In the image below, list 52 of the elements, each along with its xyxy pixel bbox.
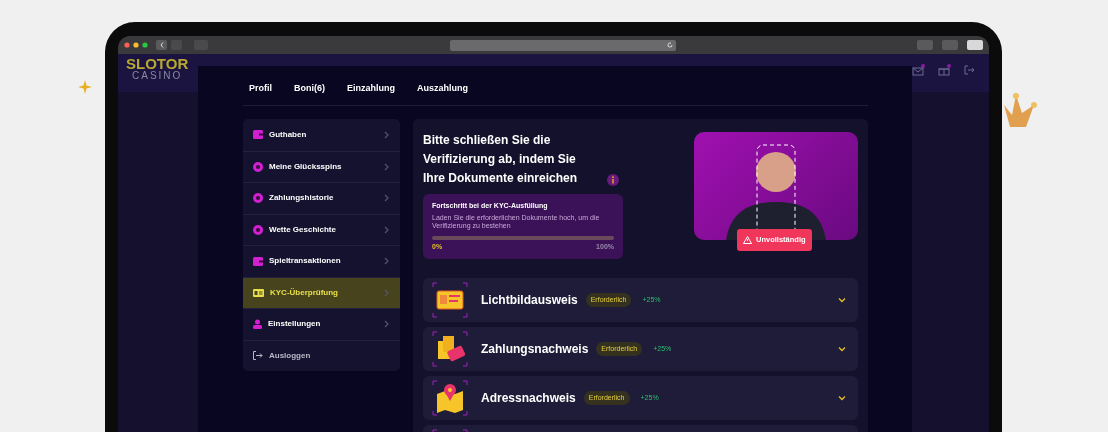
logout-icon bbox=[253, 351, 263, 361]
chevron-right-icon bbox=[384, 320, 390, 329]
tab[interactable]: Einzahlung bbox=[347, 82, 395, 96]
wallet-icon bbox=[253, 130, 263, 140]
chevron-right-icon bbox=[384, 162, 390, 171]
chevron-right-icon bbox=[384, 130, 390, 139]
chevron-right-icon bbox=[384, 225, 390, 234]
chevron-down-icon bbox=[838, 297, 846, 303]
wallet-icon bbox=[253, 256, 263, 266]
document-title: Lichtbildausweis bbox=[481, 292, 578, 309]
sidebar-item[interactable]: Spieltransaktionen bbox=[243, 245, 400, 277]
back-icon bbox=[159, 42, 164, 48]
sidebar-item[interactable]: Wette Geschichte bbox=[243, 213, 400, 245]
kyc-heading: Bitte schließen Sie die Verifizierung ab, indem Sie Ihre Dokumente einreichen bbox=[423, 132, 579, 187]
logout-item[interactable]: Ausloggen bbox=[243, 339, 400, 371]
id-card-icon bbox=[253, 288, 264, 297]
chevron-down-icon bbox=[838, 395, 846, 401]
chevron-down-icon bbox=[838, 346, 846, 352]
receipt-card-icon bbox=[432, 331, 468, 367]
coin-icon bbox=[253, 161, 263, 172]
document-title: Zahlungsnachweis bbox=[481, 341, 589, 358]
id-card-icon bbox=[432, 282, 468, 318]
chevron-right-icon bbox=[384, 257, 390, 266]
map-pin-icon bbox=[432, 380, 468, 416]
mail-icon[interactable] bbox=[912, 64, 926, 76]
info-icon[interactable] bbox=[607, 174, 619, 186]
coin-icon bbox=[253, 193, 263, 204]
download-button[interactable] bbox=[967, 40, 983, 50]
sidebar-item[interactable]: KYC-Überprüfung bbox=[243, 276, 400, 308]
reload-icon bbox=[667, 42, 673, 48]
tab[interactable]: Profil bbox=[249, 82, 272, 96]
sidebar-item[interactable]: Guthaben bbox=[243, 119, 400, 151]
warning-icon bbox=[743, 236, 752, 244]
chevron-right-icon bbox=[384, 288, 390, 297]
sparkle-icon bbox=[78, 80, 92, 94]
coin-icon bbox=[253, 224, 263, 235]
logo-subtext: CASINO bbox=[131, 71, 184, 81]
chevron-right-icon bbox=[384, 194, 390, 203]
logo-text: SLOTOR bbox=[126, 56, 189, 71]
logout-icon[interactable] bbox=[964, 65, 975, 75]
user-icon bbox=[253, 319, 262, 330]
share-button[interactable] bbox=[917, 40, 933, 50]
sidebar-item[interactable]: Zahlungshistorie bbox=[243, 182, 400, 214]
gift-icon[interactable] bbox=[938, 64, 952, 76]
tab[interactable]: Auszahlung bbox=[417, 82, 468, 96]
document-title: Adressnachweis bbox=[481, 390, 576, 407]
tab[interactable]: Boni(6) bbox=[294, 82, 325, 96]
sidebar-item[interactable]: Einstellungen bbox=[243, 308, 400, 340]
address-bar[interactable] bbox=[450, 39, 676, 51]
sidebar-item[interactable]: Meine Glücksspins bbox=[243, 150, 400, 182]
tabs-button[interactable] bbox=[942, 40, 958, 50]
back-button[interactable] bbox=[156, 40, 167, 50]
